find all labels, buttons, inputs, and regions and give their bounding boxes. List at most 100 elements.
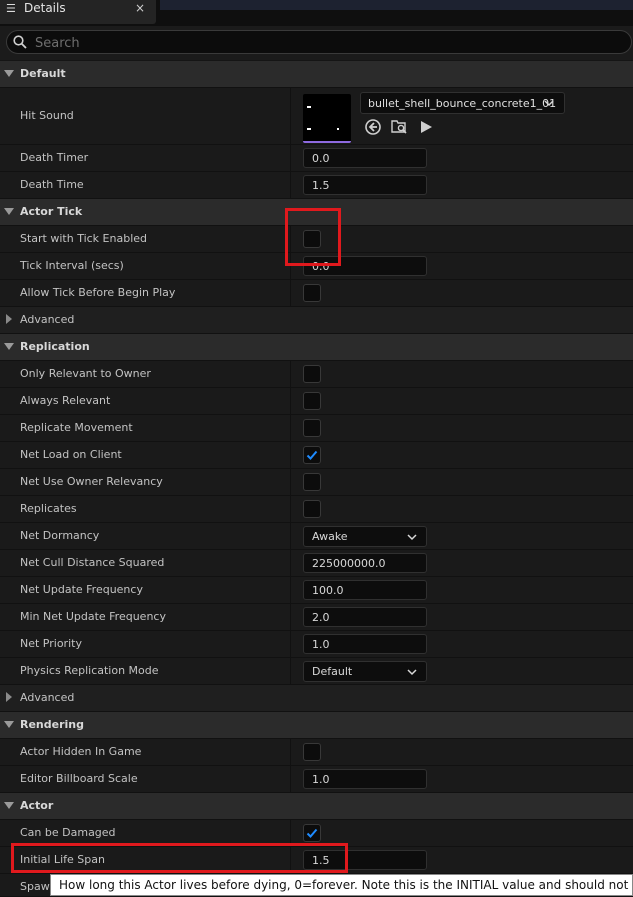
play-icon[interactable]	[417, 118, 435, 136]
property-editor-billboard-scale: Editor Billboard Scale 1.0	[0, 766, 633, 793]
net-use-owner-checkbox[interactable]	[303, 473, 321, 491]
property-always-relevant: Always Relevant	[0, 388, 633, 415]
billboard-scale-input[interactable]: 1.0	[303, 769, 427, 789]
asset-name: bullet_shell_bounce_concrete1_01	[368, 97, 557, 110]
property-label: Allow Tick Before Begin Play	[20, 286, 176, 299]
property-net-update-frequency: Net Update Frequency 100.0	[0, 577, 633, 604]
browse-asset-icon[interactable]	[390, 118, 408, 136]
column-separator	[290, 658, 291, 684]
column-separator	[290, 631, 291, 657]
property-label: Replicate Movement	[20, 421, 133, 434]
property-initial-life-span: Initial Life Span 1.5	[0, 847, 633, 874]
field-value: 1.0	[312, 773, 330, 786]
start-tick-checkbox[interactable]	[303, 230, 321, 248]
net-dormancy-dropdown[interactable]: Awake	[303, 526, 427, 547]
category-actor-tick[interactable]: Actor Tick	[0, 199, 633, 226]
category-rendering[interactable]: Rendering	[0, 712, 633, 739]
net-update-input[interactable]: 100.0	[303, 580, 427, 600]
property-net-priority: Net Priority 1.0	[0, 631, 633, 658]
replicate-movement-checkbox[interactable]	[303, 419, 321, 437]
category-label: Actor	[20, 799, 54, 812]
property-physics-replication-mode: Physics Replication Mode Default	[0, 658, 633, 685]
advanced-expander-replication[interactable]: Advanced	[0, 685, 633, 712]
property-tick-interval: Tick Interval (secs) 0.0	[0, 253, 633, 280]
property-can-be-damaged: Can be Damaged	[0, 820, 633, 847]
tooltip-text: How long this Actor lives before dying, …	[59, 878, 632, 892]
initial-life-span-input[interactable]: 1.5	[303, 850, 427, 870]
property-actor-hidden-in-game: Actor Hidden In Game	[0, 739, 633, 766]
property-net-use-owner-relevancy: Net Use Owner Relevancy	[0, 469, 633, 496]
category-actor[interactable]: Actor	[0, 793, 633, 820]
net-load-checkbox[interactable]	[303, 446, 321, 464]
details-tab[interactable]: ☰ Details ×	[0, 0, 156, 24]
property-net-dormancy: Net Dormancy Awake	[0, 523, 633, 550]
column-separator	[290, 604, 291, 630]
collapse-arrow-icon	[4, 721, 14, 728]
column-separator	[290, 739, 291, 765]
property-death-timer: Death Timer 0.0	[0, 145, 633, 172]
category-default[interactable]: Default	[0, 61, 633, 88]
property-min-net-update-frequency: Min Net Update Frequency 2.0	[0, 604, 633, 631]
death-timer-input[interactable]: 0.0	[303, 148, 427, 168]
column-separator	[290, 388, 291, 414]
collapse-arrow-icon	[4, 70, 14, 77]
column-separator	[290, 469, 291, 495]
field-value: 1.5	[312, 179, 330, 192]
column-separator	[290, 361, 291, 387]
death-time-input[interactable]: 1.5	[303, 175, 427, 195]
net-priority-input[interactable]: 1.0	[303, 634, 427, 654]
property-label: Net Use Owner Relevancy	[20, 475, 163, 488]
category-label: Default	[20, 67, 66, 80]
search-box[interactable]	[6, 30, 632, 54]
actor-hidden-checkbox[interactable]	[303, 743, 321, 761]
physics-replication-dropdown[interactable]: Default	[303, 661, 427, 682]
property-label: Spaw	[20, 880, 50, 893]
property-label: Death Timer	[20, 151, 89, 164]
column-separator	[290, 442, 291, 468]
property-net-cull-distance: Net Cull Distance Squared 225000000.0	[0, 550, 633, 577]
dropdown-value: Default	[312, 665, 353, 678]
column-separator	[290, 280, 291, 306]
property-start-tick-enabled: Start with Tick Enabled	[0, 226, 633, 253]
min-net-update-input[interactable]: 2.0	[303, 607, 427, 627]
replicates-checkbox[interactable]	[303, 500, 321, 518]
tick-interval-input[interactable]: 0.0	[303, 256, 427, 276]
net-cull-input[interactable]: 225000000.0	[303, 553, 427, 573]
property-label: Hit Sound	[20, 109, 74, 122]
property-label: Death Time	[20, 178, 84, 191]
asset-picker-combo[interactable]: bullet_shell_bounce_concrete1_01	[360, 92, 565, 114]
property-death-time: Death Time 1.5	[0, 172, 633, 199]
property-label: Replicates	[20, 502, 77, 515]
asset-thumbnail[interactable]	[303, 94, 351, 143]
column-separator	[290, 496, 291, 522]
field-value: 225000000.0	[312, 557, 386, 570]
only-relevant-checkbox[interactable]	[303, 365, 321, 383]
column-separator	[290, 415, 291, 441]
collapse-arrow-icon	[4, 343, 14, 350]
can-be-damaged-checkbox[interactable]	[303, 824, 321, 842]
property-label: Net Update Frequency	[20, 583, 143, 596]
category-replication[interactable]: Replication	[0, 334, 633, 361]
property-label: Can be Damaged	[20, 826, 116, 839]
allow-tick-checkbox[interactable]	[303, 284, 321, 302]
property-label: Only Relevant to Owner	[20, 367, 151, 380]
property-replicate-movement: Replicate Movement	[0, 415, 633, 442]
tooltip: How long this Actor lives before dying, …	[50, 874, 633, 896]
close-icon[interactable]: ×	[135, 1, 145, 15]
category-label: Actor Tick	[20, 205, 83, 218]
tab-strip-background	[160, 0, 633, 10]
tab-title: Details	[24, 1, 66, 15]
search-input[interactable]	[33, 33, 617, 53]
expand-arrow-icon	[6, 692, 12, 702]
advanced-expander-tick[interactable]: Advanced	[0, 307, 633, 334]
tab-bar: ☰ Details ×	[0, 0, 633, 26]
column-separator	[290, 847, 291, 873]
column-separator	[290, 577, 291, 603]
use-selected-icon[interactable]	[364, 118, 382, 136]
property-label: Initial Life Span	[20, 853, 105, 866]
property-replicates: Replicates	[0, 496, 633, 523]
property-label: Net Load on Client	[20, 448, 122, 461]
chevron-down-icon	[407, 669, 417, 676]
always-relevant-checkbox[interactable]	[303, 392, 321, 410]
column-separator	[290, 523, 291, 549]
